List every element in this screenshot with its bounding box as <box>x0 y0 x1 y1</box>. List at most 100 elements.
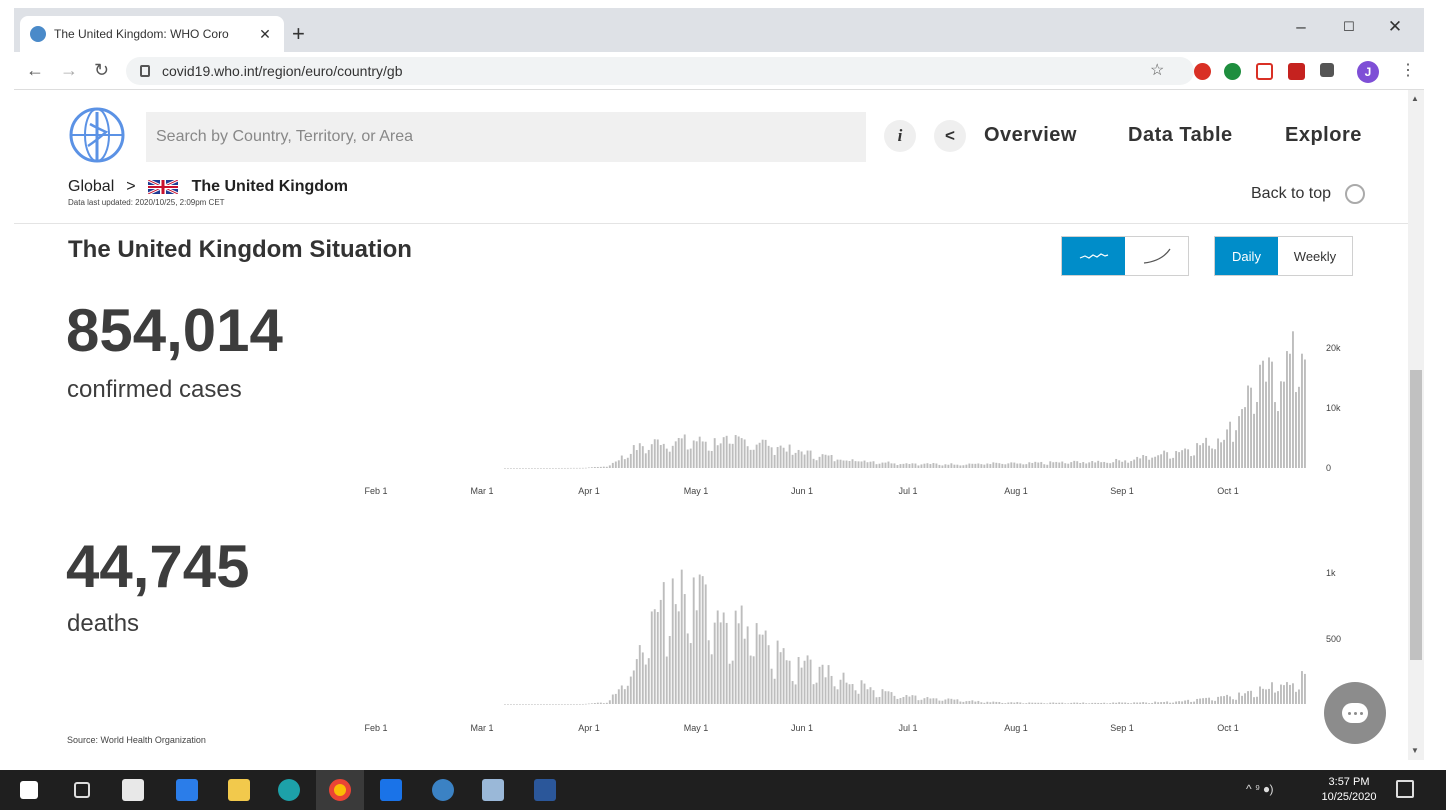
nav-overview[interactable]: Overview <box>984 124 1077 147</box>
weekly-button[interactable]: Weekly <box>1278 237 1352 275</box>
bar <box>686 449 689 468</box>
maximize-button[interactable]: ☐ <box>1326 10 1372 46</box>
bar <box>869 461 872 468</box>
url-input[interactable]: covid19.who.int/region/euro/country/gb <box>126 57 1194 85</box>
windows-start-icon[interactable] <box>20 781 38 799</box>
edge-icon[interactable] <box>278 779 300 801</box>
bar <box>659 445 662 468</box>
forward-arrow-icon[interactable]: → <box>60 60 78 81</box>
bar <box>1277 691 1279 704</box>
search-input[interactable]: Search by Country, Territory, or Area <box>146 112 866 162</box>
bar <box>866 462 869 468</box>
task-view-icon[interactable] <box>74 782 90 798</box>
share-icon[interactable]: < <box>934 120 966 152</box>
bar <box>569 704 572 705</box>
bar <box>1085 463 1088 468</box>
bar <box>1103 702 1106 704</box>
pocket-extension-icon[interactable] <box>1256 63 1273 80</box>
notifications-icon[interactable] <box>1396 780 1414 798</box>
browser-menu-icon[interactable]: ⋮ <box>1400 60 1416 80</box>
puzzle-extensions-icon[interactable] <box>1320 63 1334 77</box>
reload-icon[interactable]: ↻ <box>94 60 109 81</box>
nav-data-table[interactable]: Data Table <box>1128 124 1233 147</box>
bar <box>1244 693 1246 704</box>
bar <box>1223 696 1225 704</box>
clock[interactable]: 3:57 PM 10/25/2020 <box>1316 775 1382 805</box>
bar <box>746 446 749 468</box>
chrome-icon[interactable] <box>329 779 351 801</box>
bar <box>971 700 974 704</box>
daily-button[interactable]: Daily <box>1215 237 1278 275</box>
bar <box>983 464 986 468</box>
word-icon[interactable] <box>534 779 556 801</box>
store-icon[interactable] <box>122 779 144 801</box>
scroll-thumb[interactable] <box>1410 370 1422 660</box>
info-icon[interactable]: i <box>884 120 916 152</box>
chat-button[interactable] <box>1324 682 1386 744</box>
green-extension-icon[interactable] <box>1224 63 1241 80</box>
tab-close-icon[interactable]: ✕ <box>256 26 274 43</box>
who-logo-icon[interactable] <box>66 106 128 164</box>
bar <box>1148 459 1151 468</box>
cumulative-view-button[interactable] <box>1125 237 1188 275</box>
bar <box>1076 702 1079 704</box>
bar <box>677 438 680 468</box>
nav-explore[interactable]: Explore <box>1285 124 1362 147</box>
bar <box>665 448 668 468</box>
daily-line-view-button[interactable] <box>1062 237 1125 275</box>
bar <box>788 660 791 704</box>
bar <box>1214 700 1217 704</box>
file-explorer-icon[interactable] <box>228 779 250 801</box>
breadcrumb-global-link[interactable]: Global <box>68 178 114 196</box>
mail-icon[interactable] <box>380 779 402 801</box>
bar <box>1211 448 1214 468</box>
minimize-button[interactable]: – <box>1278 10 1324 46</box>
bar <box>677 611 680 704</box>
bar <box>683 594 686 704</box>
bar <box>779 652 782 704</box>
bar <box>623 459 626 468</box>
x-tick-label: Apr 1 <box>578 486 600 496</box>
browser-tab[interactable]: The United Kingdom: WHO Coro ✕ <box>20 16 284 52</box>
bar <box>1070 462 1073 468</box>
bar <box>1226 694 1228 704</box>
bar <box>953 699 956 704</box>
bar <box>830 675 833 704</box>
adblock-extension-icon[interactable] <box>1194 63 1211 80</box>
bar <box>965 464 968 468</box>
scroll-up-arrow-icon[interactable]: ▲ <box>1411 94 1419 103</box>
scroll-down-arrow-icon[interactable]: ▼ <box>1411 746 1419 755</box>
bar <box>740 438 743 468</box>
notepad-icon[interactable] <box>482 779 504 801</box>
profile-avatar[interactable]: J <box>1357 61 1379 83</box>
bar <box>857 693 860 704</box>
bar <box>791 681 794 704</box>
back-to-top-link[interactable]: Back to top <box>1251 184 1366 204</box>
bar <box>575 704 578 705</box>
bar <box>860 680 863 704</box>
bar <box>680 438 683 468</box>
app-icon[interactable] <box>432 779 454 801</box>
new-tab-button[interactable]: + <box>292 21 305 47</box>
bar <box>1205 697 1208 704</box>
bar <box>1295 691 1297 704</box>
bar <box>617 689 620 704</box>
bar <box>614 461 617 468</box>
bar <box>1115 458 1118 468</box>
bar <box>737 623 740 704</box>
system-tray[interactable]: ^ ⁹ ⦁) <box>1246 782 1273 797</box>
bar <box>1193 455 1196 468</box>
bar <box>860 461 863 468</box>
dropbox-icon[interactable] <box>176 779 198 801</box>
bar <box>1163 701 1166 704</box>
bar <box>1298 386 1300 468</box>
shield-extension-icon[interactable] <box>1288 63 1305 80</box>
bar <box>569 467 572 469</box>
page-scrollbar[interactable]: ▲ ▼ <box>1408 90 1424 760</box>
breadcrumb: Global > The United Kingdom <box>68 178 348 196</box>
close-window-button[interactable]: ✕ <box>1372 10 1418 46</box>
bar <box>842 460 845 468</box>
back-arrow-icon[interactable]: ← <box>26 60 44 81</box>
bar <box>848 684 851 704</box>
bookmark-star-icon[interactable]: ☆ <box>1150 60 1164 80</box>
